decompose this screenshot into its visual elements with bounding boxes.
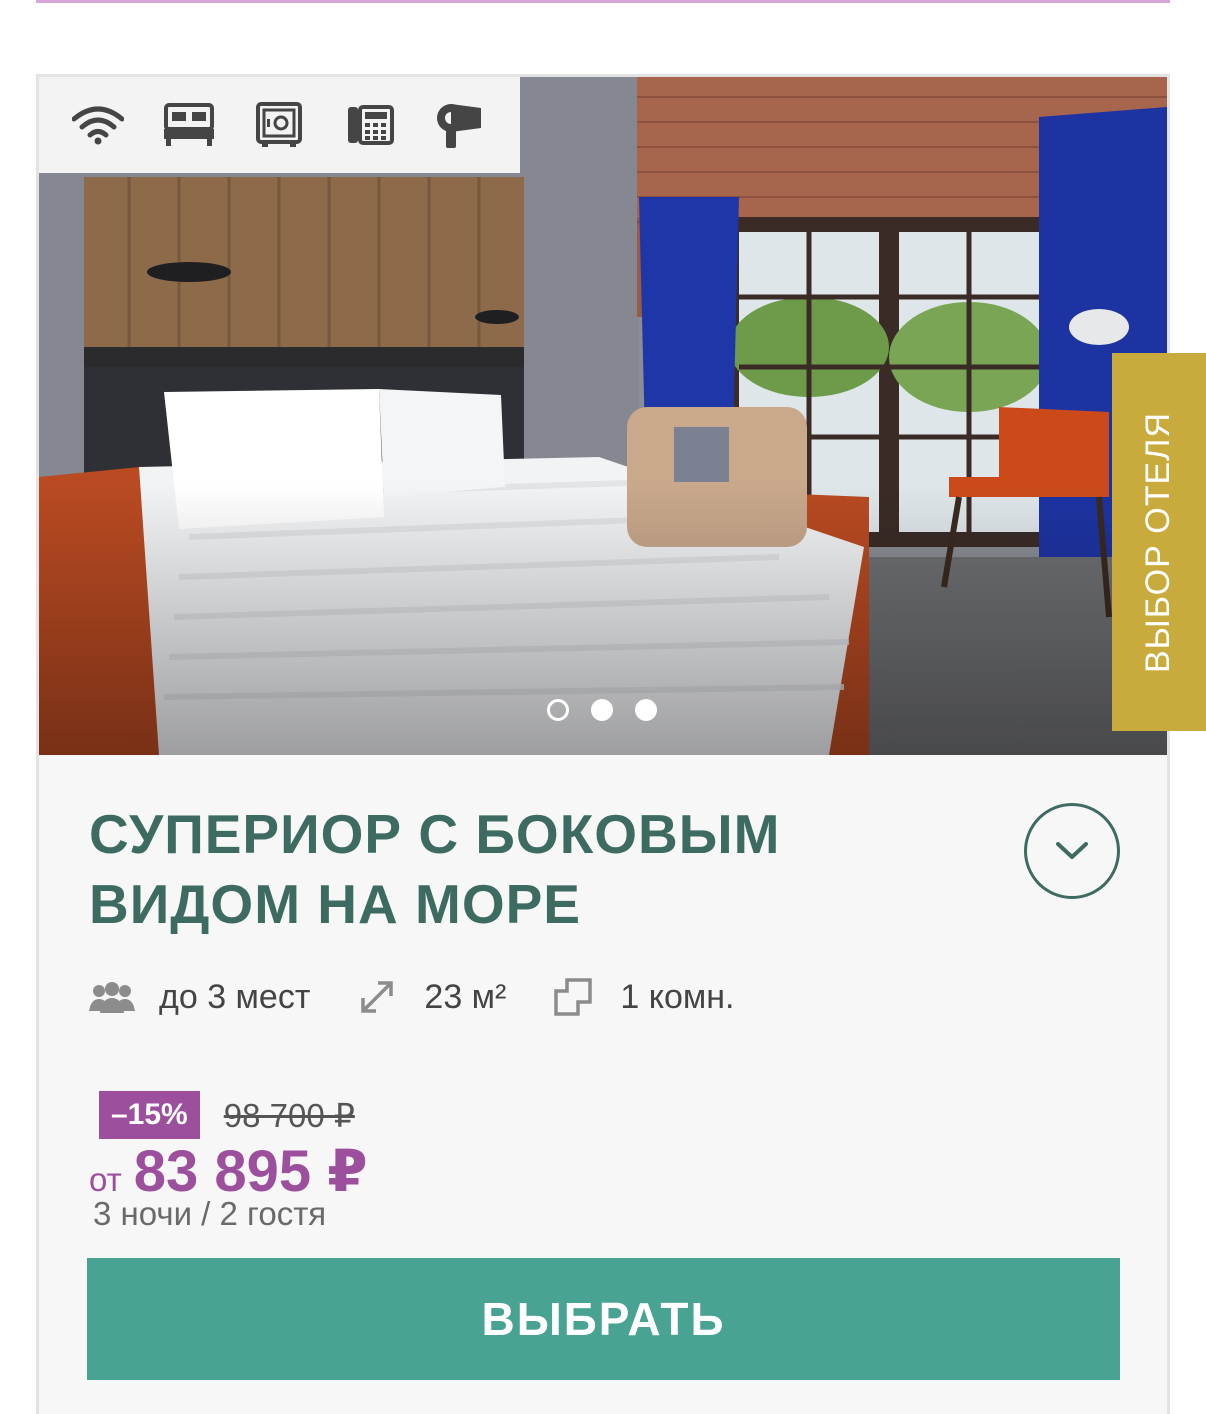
gallery-dot-1[interactable] (547, 699, 569, 721)
feature-area: 23 м² (354, 974, 506, 1020)
feature-rooms: 1 комн. (550, 974, 735, 1020)
old-price: 98 700 ₽ (223, 1096, 355, 1134)
guests-icon (89, 974, 135, 1020)
hairdryer-icon (433, 97, 489, 153)
hotel-select-tab-label: ВЫБОР ОТЕЛЯ (1139, 411, 1178, 673)
gallery-pagination (547, 699, 657, 721)
discount-row: –15% 98 700 ₽ (99, 1091, 355, 1139)
room-title: СУПЕРИОР С БОКОВЫМ ВИДОМ НА МОРЕ (89, 803, 781, 935)
stay-details: 3 ночи / 2 гостя (93, 1195, 327, 1232)
gallery-dot-3[interactable] (635, 699, 657, 721)
phone-icon (342, 97, 398, 153)
room-photo[interactable] (39, 77, 1167, 755)
room-features: до 3 мест 23 м² 1 комн. (89, 973, 779, 1021)
safe-icon (251, 97, 307, 153)
wifi-icon (70, 97, 126, 153)
hotel-select-tab[interactable]: ВЫБОР ОТЕЛЯ (1112, 353, 1206, 731)
bed-icon (161, 97, 217, 153)
amenities-bar (39, 77, 520, 173)
choose-button[interactable]: ВЫБРАТЬ (87, 1258, 1120, 1380)
floorplan-icon (550, 974, 596, 1020)
feature-rooms-label: 1 комн. (620, 977, 735, 1016)
room-card: СУПЕРИОР С БОКОВЫМ ВИДОМ НА МОРЕ до 3 ме… (36, 74, 1170, 1414)
expand-details-button[interactable] (1024, 803, 1120, 899)
price-from-label: от (89, 1161, 122, 1198)
room-photo-illustration (39, 77, 1167, 755)
feature-guests-label: до 3 мест (159, 977, 311, 1016)
discount-badge: –15% (99, 1091, 200, 1139)
feature-guests: до 3 мест (89, 974, 310, 1020)
chevron-down-icon (1056, 842, 1088, 859)
expand-arrows-icon (354, 974, 400, 1020)
gallery-dot-2[interactable] (591, 699, 613, 721)
feature-area-label: 23 м² (424, 977, 507, 1016)
top-divider (36, 0, 1170, 3)
